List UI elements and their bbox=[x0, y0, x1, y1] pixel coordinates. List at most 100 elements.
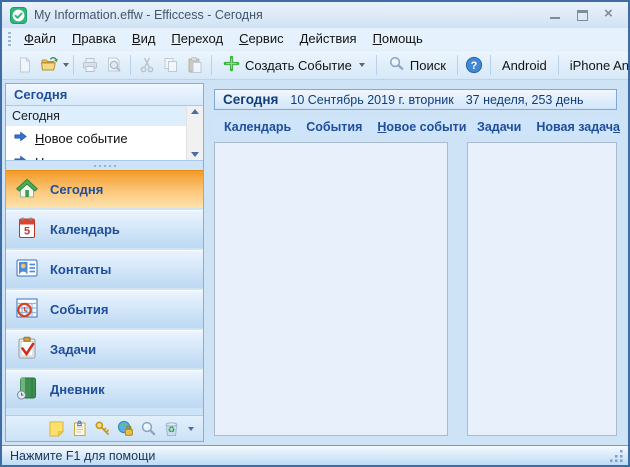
nav-calendar[interactable]: 5 Календарь bbox=[6, 210, 203, 248]
contacts-icon bbox=[14, 255, 40, 284]
calendar-links-bar: КалендарьСобытияНовое событие bbox=[214, 117, 448, 136]
sidebar-header: Сегодня bbox=[6, 84, 203, 106]
nav-tasks[interactable]: Задачи bbox=[6, 330, 203, 368]
nav-today-label: Сегодня bbox=[50, 182, 103, 197]
toolbar-separator bbox=[376, 55, 377, 75]
tray-web-password[interactable] bbox=[116, 420, 134, 438]
toolbar-separator bbox=[457, 55, 458, 75]
tray-search[interactable] bbox=[139, 420, 157, 438]
tray-caret-down-icon[interactable] bbox=[188, 427, 194, 431]
shortcut-group-label: Сегодня bbox=[6, 106, 186, 126]
tray-memo[interactable] bbox=[70, 420, 88, 438]
caret-down-icon bbox=[359, 63, 365, 67]
events-icon bbox=[14, 295, 40, 324]
open-button[interactable] bbox=[37, 53, 61, 77]
nav-tasks-label: Задачи bbox=[50, 342, 96, 357]
content-area: Сегодня Сегодня Новое событие Новая задач… bbox=[2, 80, 628, 445]
sidebar-shortcut-rows: Сегодня Новое событие Новая задача bbox=[6, 106, 186, 160]
resize-grip[interactable] bbox=[609, 449, 624, 462]
android-button-label: Android bbox=[502, 58, 547, 73]
menu-actions[interactable]: Действия bbox=[292, 29, 365, 49]
search-button-label: Поиск bbox=[410, 58, 446, 73]
today-date: 10 Сентябрь 2019 г. вторник bbox=[290, 93, 453, 107]
menu-file[interactable]: Файл bbox=[16, 29, 64, 49]
svg-text:♻: ♻ bbox=[167, 426, 175, 436]
sidebar-list-scrollbar[interactable] bbox=[186, 106, 203, 160]
calendar-icon: 5 bbox=[14, 215, 40, 244]
nav-events[interactable]: События bbox=[6, 290, 203, 328]
sidebar-shortcut-list: Сегодня Новое событие Новая задача bbox=[6, 106, 203, 161]
list-new-task-label: Новая задача bbox=[35, 155, 118, 161]
tray-recycle[interactable]: ♻ bbox=[162, 420, 180, 438]
maximize-button[interactable] bbox=[576, 10, 589, 21]
create-event-button[interactable]: Создать Событие bbox=[216, 52, 372, 78]
arrow-right-icon bbox=[13, 129, 28, 147]
menu-help[interactable]: Помощь bbox=[365, 29, 431, 49]
tasks-list-panel[interactable] bbox=[467, 142, 617, 436]
nav-calendar-label: Календарь bbox=[50, 222, 120, 237]
menu-tools[interactable]: Сервис bbox=[231, 29, 292, 49]
create-event-button-label: Создать Событие bbox=[245, 58, 352, 73]
scroll-up-icon[interactable] bbox=[191, 109, 199, 114]
search-icon bbox=[388, 55, 405, 75]
nav-diary-label: Дневник bbox=[50, 382, 105, 397]
plus-icon bbox=[223, 55, 240, 75]
status-bar: Нажмите F1 для помощи bbox=[2, 445, 628, 465]
toolbar: Создать Событие Поиск? Android iPhone And i… bbox=[2, 51, 628, 80]
minimize-button[interactable] bbox=[549, 10, 562, 21]
nav-events-label: События bbox=[50, 302, 108, 317]
link-tasks[interactable]: Задачи bbox=[477, 120, 521, 134]
link-calendar[interactable]: Календарь bbox=[224, 120, 291, 134]
toolbar-separator bbox=[73, 55, 74, 75]
list-new-task[interactable]: Новая задача bbox=[6, 150, 186, 160]
links-row: Календарь События Новое событие Задачи Нова… bbox=[214, 117, 617, 136]
home-icon bbox=[14, 175, 40, 204]
app-check-icon bbox=[10, 7, 27, 24]
link-new-task[interactable]: Новая задача bbox=[536, 120, 620, 134]
help-button[interactable]: ? bbox=[462, 53, 486, 77]
events-list-panel[interactable] bbox=[214, 142, 448, 436]
new-button bbox=[13, 53, 37, 77]
sidebar-nav: Сегодня 5 Календарь Контакты События Задачи Дн… bbox=[6, 170, 203, 410]
sidebar: Сегодня Сегодня Новое событие Новая задач… bbox=[5, 83, 204, 442]
tray-notes[interactable] bbox=[47, 420, 65, 438]
main-panel: Сегодня 10 Сентябрь 2019 г. вторник 37 н… bbox=[208, 83, 625, 442]
toolbar-separator bbox=[130, 55, 131, 75]
tasks-icon bbox=[14, 335, 40, 364]
panels-row bbox=[214, 142, 617, 436]
nav-contacts-label: Контакты bbox=[50, 262, 111, 277]
menu-items: ФайлПравкаВидПереходСервисДействияПомощь bbox=[16, 29, 431, 49]
app-window: My Information.effw - Efficcess - Сегодн… bbox=[0, 0, 630, 467]
list-new-event-label: Новое событие bbox=[35, 131, 128, 146]
arrow-right-icon bbox=[13, 153, 28, 160]
paste-button bbox=[183, 53, 207, 77]
menu-view[interactable]: Вид bbox=[124, 29, 164, 49]
menu-edit[interactable]: Правка bbox=[64, 29, 124, 49]
menu-go[interactable]: Переход bbox=[163, 29, 231, 49]
tasks-links-bar: Задачи Новая задача bbox=[467, 117, 617, 136]
nav-contacts[interactable]: Контакты bbox=[6, 250, 203, 288]
window-title: My Information.effw - Efficcess - Сегодн… bbox=[34, 8, 542, 22]
nav-today[interactable]: Сегодня bbox=[6, 170, 203, 208]
iphone-ipad-button[interactable]: iPhone And iPad bbox=[563, 55, 630, 76]
cut-button bbox=[135, 53, 159, 77]
scroll-down-icon[interactable] bbox=[191, 152, 199, 157]
caret-down-icon[interactable] bbox=[63, 63, 69, 67]
toolbar-separator bbox=[211, 55, 212, 75]
list-new-event[interactable]: Новое событие bbox=[6, 126, 186, 150]
search-button[interactable]: Поиск bbox=[381, 52, 453, 78]
today-title: Сегодня bbox=[223, 92, 278, 107]
menu-drag-grip[interactable] bbox=[8, 32, 11, 47]
close-button[interactable] bbox=[603, 10, 616, 21]
iphone-ipad-button-label: iPhone And iPad bbox=[570, 58, 630, 73]
sidebar-splitter[interactable] bbox=[6, 161, 203, 170]
window-controls bbox=[549, 10, 620, 21]
link-new-event[interactable]: Новое событие bbox=[377, 120, 473, 134]
android-button[interactable]: Android bbox=[495, 55, 554, 76]
nav-diary[interactable]: Дневник bbox=[6, 370, 203, 408]
copy-button bbox=[159, 53, 183, 77]
toolbar-separator bbox=[558, 55, 559, 75]
today-header-bar: Сегодня 10 Сентябрь 2019 г. вторник 37 н… bbox=[214, 89, 617, 110]
tray-password[interactable] bbox=[93, 420, 111, 438]
link-events[interactable]: События bbox=[306, 120, 362, 134]
